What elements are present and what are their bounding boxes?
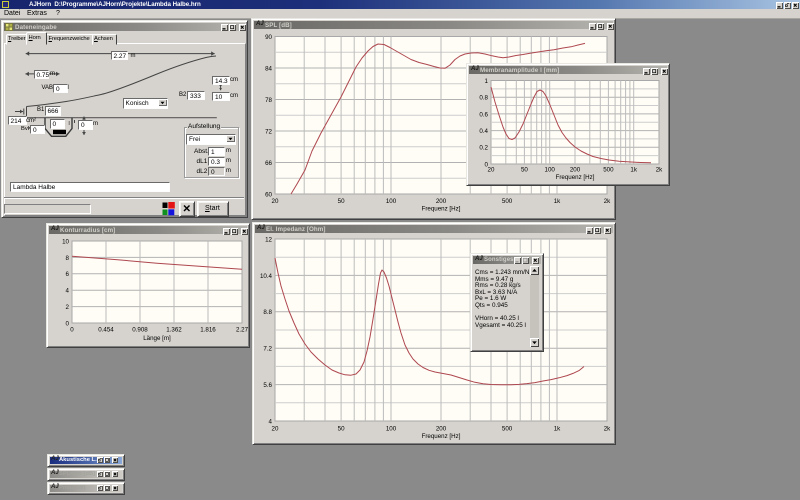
svg-text:500: 500 [603,167,614,174]
svg-text:0.8: 0.8 [479,95,488,102]
svg-text:500: 500 [502,426,513,433]
svg-text:8: 8 [66,255,70,262]
svg-text:0: 0 [66,320,70,327]
svg-text:50: 50 [338,426,345,433]
svg-text:50: 50 [521,167,528,174]
svg-text:10: 10 [62,238,69,245]
svg-text:8.8: 8.8 [263,309,272,316]
svg-text:Frequenz [Hz]: Frequenz [Hz] [556,174,595,181]
svg-text:0: 0 [70,327,74,334]
svg-text:200: 200 [436,198,447,205]
svg-text:50: 50 [338,198,345,205]
svg-text:100: 100 [545,167,556,174]
svg-text:0.908: 0.908 [132,327,148,334]
svg-text:0.6: 0.6 [479,111,488,118]
svg-text:20: 20 [488,167,495,174]
svg-text:0.454: 0.454 [98,327,114,334]
svg-text:100: 100 [386,426,397,433]
svg-text:100: 100 [386,198,397,205]
svg-text:2k: 2k [604,198,611,205]
svg-text:1: 1 [485,78,489,85]
svg-text:1.362: 1.362 [166,327,182,334]
svg-text:Frequenz [Hz]: Frequenz [Hz] [422,206,461,213]
svg-text:20: 20 [272,426,279,433]
svg-text:500: 500 [502,198,513,205]
svg-text:200: 200 [436,426,447,433]
svg-text:7.2: 7.2 [263,346,272,353]
svg-text:Länge [m]: Länge [m] [143,335,171,342]
svg-text:2: 2 [66,304,70,311]
svg-text:2.27: 2.27 [236,327,249,334]
svg-text:84: 84 [265,65,272,72]
svg-text:1k: 1k [554,426,561,433]
svg-text:20: 20 [272,198,279,205]
svg-text:78: 78 [265,97,272,104]
svg-text:1.816: 1.816 [200,327,216,334]
svg-text:66: 66 [265,160,272,167]
svg-text:10.4: 10.4 [260,273,273,280]
svg-text:0.4: 0.4 [479,128,488,135]
svg-text:200: 200 [570,167,581,174]
svg-text:4: 4 [269,418,273,425]
svg-text:Frequenz [Hz]: Frequenz [Hz] [422,433,461,440]
svg-text:72: 72 [265,128,272,135]
svg-text:90: 90 [265,34,272,41]
svg-text:6: 6 [66,271,70,278]
svg-text:4: 4 [66,288,70,295]
svg-text:1k: 1k [630,167,637,174]
svg-text:12: 12 [265,236,272,243]
svg-text:1k: 1k [554,198,561,205]
svg-text:0.2: 0.2 [479,145,488,152]
svg-text:2k: 2k [604,426,611,433]
svg-text:2k: 2k [656,167,663,174]
svg-text:5.6: 5.6 [263,382,272,389]
